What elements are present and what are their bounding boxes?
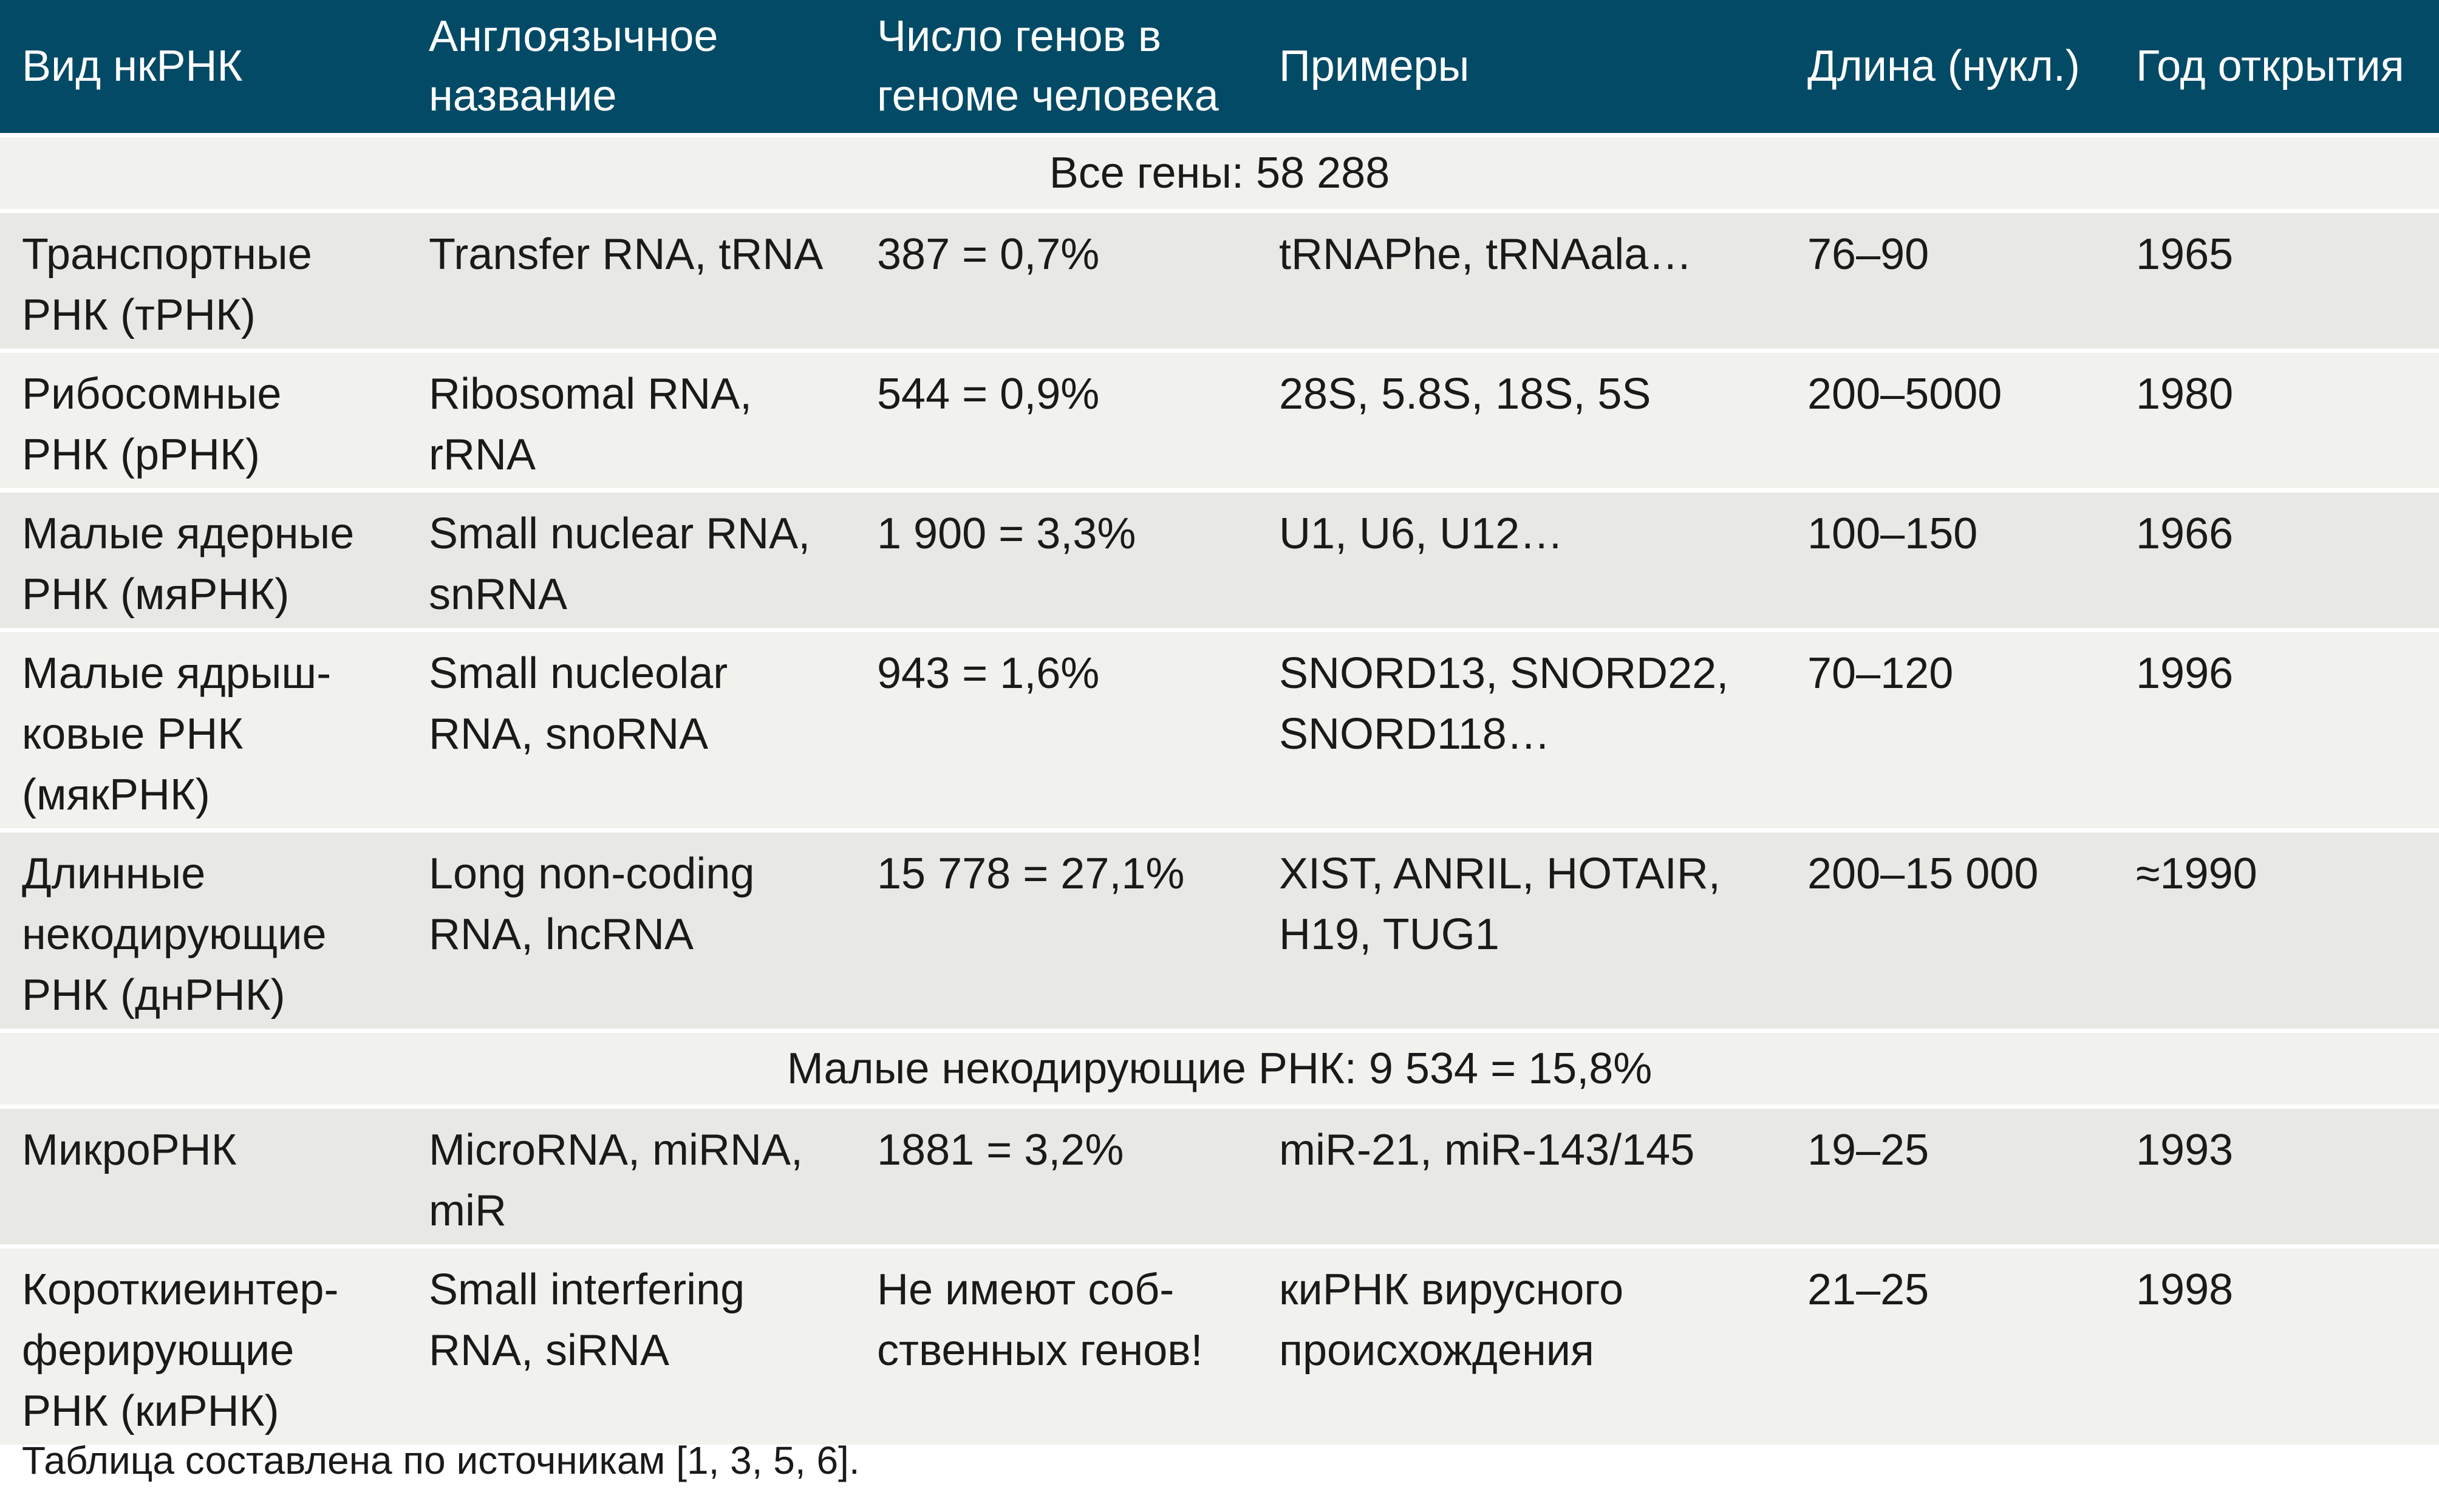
cell-english: Small interfering RNA, siRNA xyxy=(407,1244,855,1445)
ncrna-table: Вид нкРНК Англоязычное название Число ге… xyxy=(0,0,2439,1445)
cell-length: 100–150 xyxy=(1786,488,2114,630)
cell-type: Малые ядерные РНК (мяРНК) xyxy=(0,488,407,630)
header-examples: Примеры xyxy=(1279,42,1470,91)
table-row: Транспортные РНК (тРНК) Transfer RNA, tR… xyxy=(0,208,2439,350)
cell-genes: Не имеют соб- ственных генов! xyxy=(855,1244,1257,1445)
section-row-small-ncrna: Малые некодирующие РНК: 9 534 = 15,8% xyxy=(0,1028,2439,1106)
cell-english: Transfer RNA, tRNA xyxy=(407,208,855,350)
cell-year: 1980 xyxy=(2114,348,2439,490)
cell-length: 200–15 000 xyxy=(1786,828,2114,1030)
cell-english: Long non-coding RNA, lncRNA xyxy=(407,828,855,1030)
ncrna-table-container: Вид нкРНК Англоязычное название Число ге… xyxy=(0,0,2439,1482)
table-row: МикроРНК MicroRNA, miRNA, miR 1881 = 3,2… xyxy=(0,1104,2439,1246)
table-row: Рибосомные РНК (рРНК) Ribosomal RNA, rRN… xyxy=(0,348,2439,490)
header-english-name: Англоязычное название xyxy=(429,12,718,121)
cell-year: ≈1990 xyxy=(2114,828,2439,1030)
section-row-all-genes: Все гены: 58 288 xyxy=(0,132,2439,211)
cell-type: Короткиеинтер- ферирующие РНК (киРНК) xyxy=(0,1244,407,1445)
cell-type: МикроРНК xyxy=(0,1104,407,1246)
cell-type: Малые ядрыш- ковые РНК (мякРНК) xyxy=(0,627,407,830)
table-row: Малые ядерные РНК (мяРНК) Small nuclear … xyxy=(0,488,2439,630)
cell-genes: 1 900 = 3,3% xyxy=(855,488,1257,630)
cell-year: 1993 xyxy=(2114,1104,2439,1246)
cell-year: 1965 xyxy=(2114,208,2439,350)
cell-length: 76–90 xyxy=(1786,208,2114,350)
cell-english: Small nuclear RNA, snRNA xyxy=(407,488,855,630)
cell-english: Small nucleolar RNA, snoRNA xyxy=(407,627,855,830)
cell-length: 200–5000 xyxy=(1786,348,2114,490)
cell-genes: 1881 = 3,2% xyxy=(855,1104,1257,1246)
header-row: Вид нкРНК Англоязычное название Число ге… xyxy=(0,0,2439,135)
table-body: Все гены: 58 288 Транспортные РНК (тРНК)… xyxy=(0,132,2439,1445)
cell-examples: SNORD13, SNORD22, SNORD118… xyxy=(1257,627,1786,830)
cell-genes: 15 778 = 27,1% xyxy=(855,828,1257,1030)
cell-examples: XIST, ANRIL, HOTAIR, H19, TUG1 xyxy=(1257,828,1786,1030)
cell-examples: киРНК вирусного происхождения xyxy=(1257,1244,1786,1445)
cell-length: 70–120 xyxy=(1786,627,2114,830)
cell-examples: 28S, 5.8S, 18S, 5S xyxy=(1257,348,1786,490)
cell-english: MicroRNA, miRNA, miR xyxy=(407,1104,855,1246)
section-all-genes-label: Все гены: 58 288 xyxy=(0,132,2439,211)
section-small-ncrna-label: Малые некодирующие РНК: 9 534 = 15,8% xyxy=(0,1028,2439,1106)
cell-length: 19–25 xyxy=(1786,1104,2114,1246)
cell-examples: miR-21, miR-143/145 xyxy=(1257,1104,1786,1246)
header-length: Длина (нукл.) xyxy=(1807,42,2080,91)
table-row: Длинные некодирующие РНК (днРНК) Long no… xyxy=(0,828,2439,1030)
table-row: Короткиеинтер- ферирующие РНК (киРНК) Sm… xyxy=(0,1244,2439,1445)
cell-genes: 387 = 0,7% xyxy=(855,208,1257,350)
cell-year: 1998 xyxy=(2114,1244,2439,1445)
cell-genes: 943 = 1,6% xyxy=(855,627,1257,830)
table-source-footnote: Таблица составлена по источникам [1, 3, … xyxy=(22,1439,860,1482)
header-gene-count: Число генов в геноме человека xyxy=(877,12,1219,121)
cell-year: 1996 xyxy=(2114,627,2439,830)
table-header: Вид нкРНК Англоязычное название Число ге… xyxy=(0,0,2439,135)
cell-type: Транспортные РНК (тРНК) xyxy=(0,208,407,350)
table-row: Малые ядрыш- ковые РНК (мякРНК) Small nu… xyxy=(0,627,2439,830)
cell-length: 21–25 xyxy=(1786,1244,2114,1445)
cell-year: 1966 xyxy=(2114,488,2439,630)
cell-examples: tRNAPhe, tRNAala… xyxy=(1257,208,1786,350)
cell-english: Ribosomal RNA, rRNA xyxy=(407,348,855,490)
cell-type: Рибосомные РНК (рРНК) xyxy=(0,348,407,490)
cell-genes: 544 = 0,9% xyxy=(855,348,1257,490)
cell-type: Длинные некодирующие РНК (днРНК) xyxy=(0,828,407,1030)
header-type: Вид нкРНК xyxy=(22,42,243,91)
header-year: Год открытия xyxy=(2136,42,2404,91)
cell-examples: U1, U6, U12… xyxy=(1257,488,1786,630)
